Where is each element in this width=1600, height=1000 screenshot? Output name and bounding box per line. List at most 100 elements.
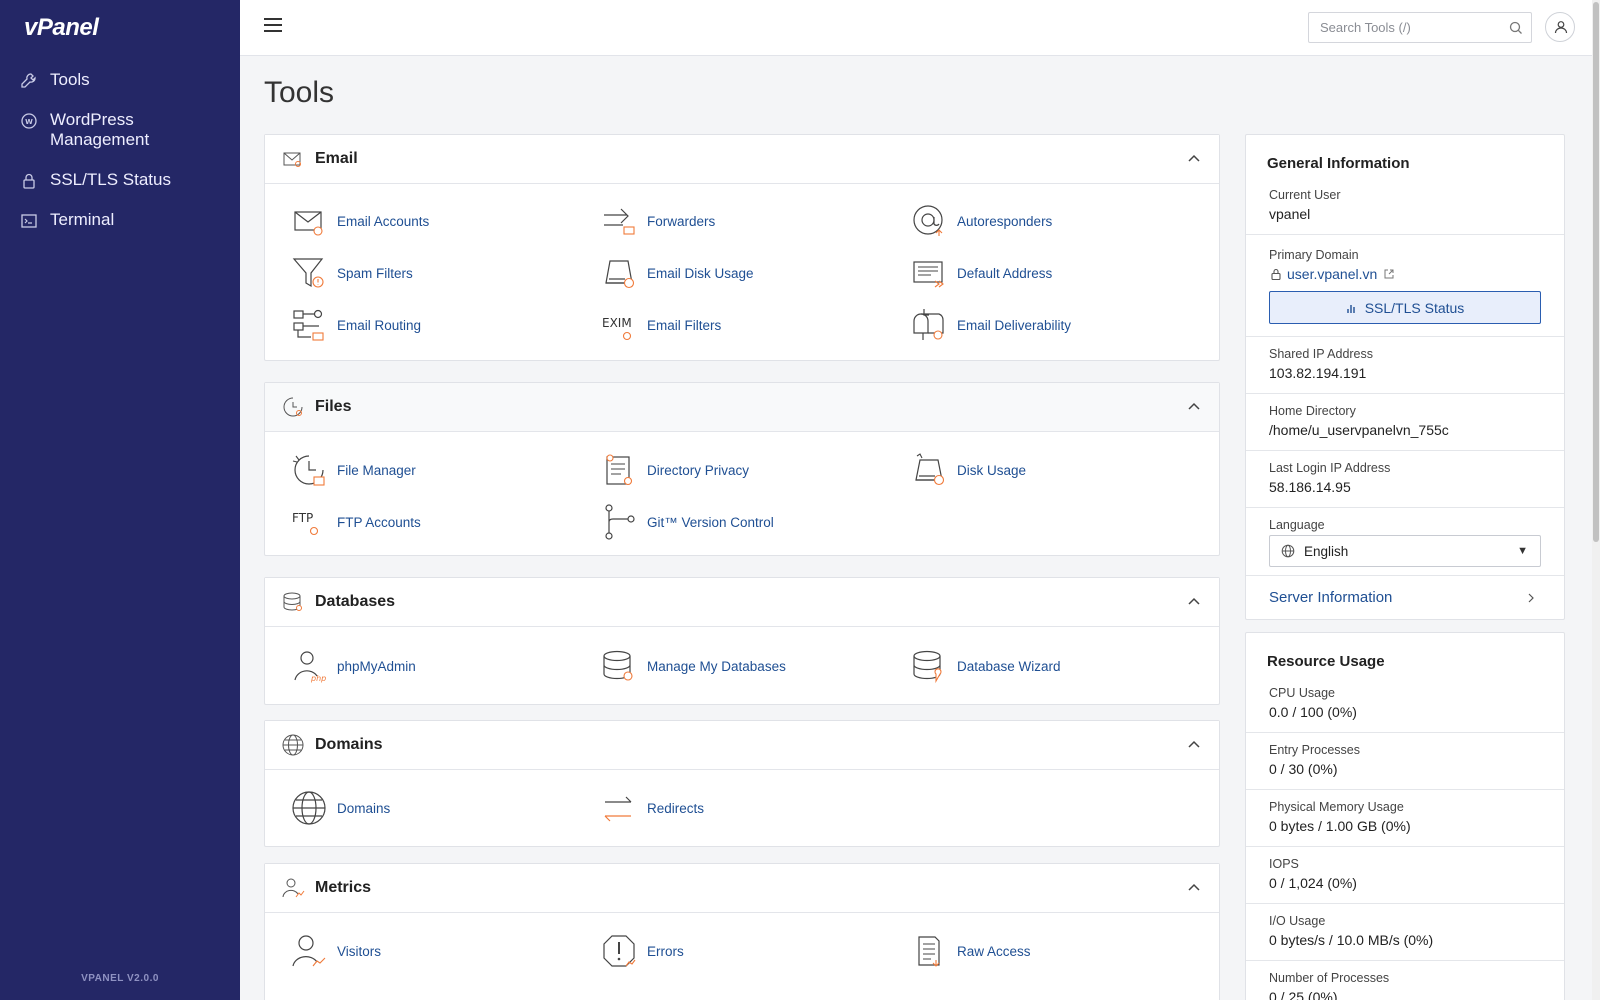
tool-label: Git™ Version Control: [647, 514, 774, 530]
files-section-header[interactable]: Files: [265, 383, 1219, 432]
exim-icon: EXIM: [602, 316, 632, 341]
tool-manage-my-databases[interactable]: Manage My Databases: [601, 640, 911, 692]
search-icon[interactable]: [1509, 21, 1523, 35]
tool-redirects[interactable]: Redirects: [601, 782, 911, 834]
sidebar-item-terminal[interactable]: Terminal: [0, 206, 240, 246]
resource-label: IOPS: [1269, 857, 1299, 871]
globe-icon: [282, 734, 304, 756]
domains-section-header[interactable]: Domains: [265, 721, 1219, 770]
chevron-up-icon[interactable]: [1187, 595, 1201, 609]
section-title: Databases: [315, 593, 396, 610]
chevron-up-icon[interactable]: [1187, 881, 1201, 895]
chevron-up-icon[interactable]: [1187, 400, 1201, 414]
last-login-value: 58.186.14.95: [1269, 479, 1351, 495]
tool-phpmyadmin[interactable]: php phpMyAdmin: [291, 640, 601, 692]
menu-toggle-icon[interactable]: [264, 18, 282, 36]
tool-disk-usage[interactable]: Disk Usage: [911, 444, 1221, 496]
tool-spam-filters[interactable]: Spam Filters: [291, 247, 601, 299]
chevron-up-icon[interactable]: [1187, 152, 1201, 166]
primary-domain-link[interactable]: user.vpanel.vn: [1269, 263, 1564, 285]
ssl-tls-status-button[interactable]: SSL/TLS Status: [1269, 291, 1541, 324]
current-user-label: Current User: [1269, 188, 1341, 202]
resource-value: 0 bytes / 1.00 GB (0%): [1269, 818, 1411, 834]
globe-icon: [1281, 544, 1295, 558]
sidebar: vPanel Tools W WordPress Management SSL/…: [0, 0, 240, 1000]
tool-directory-privacy[interactable]: Directory Privacy: [601, 444, 911, 496]
email-disk-usage-icon: [605, 260, 635, 289]
domains-tools: Domains Redirects: [265, 770, 1219, 846]
search-input[interactable]: [1309, 13, 1499, 42]
metrics-section: Metrics Visitors Errors Raw Access: [264, 863, 1220, 1000]
tool-errors[interactable]: Errors: [601, 925, 911, 977]
server-information-label: Server Information: [1269, 589, 1393, 606]
topbar: [240, 0, 1600, 56]
php-text: php: [310, 674, 326, 683]
home-directory-label: Home Directory: [1269, 404, 1356, 418]
resource-value: 0.0 / 100 (0%): [1269, 704, 1357, 720]
sidebar-item-wordpress-management[interactable]: W WordPress Management: [0, 106, 240, 166]
user-icon: [1554, 21, 1568, 34]
email-deliverability-icon: [913, 309, 944, 340]
tool-default-address[interactable]: Default Address: [911, 247, 1221, 299]
ssl-button-label: SSL/TLS Status: [1364, 299, 1465, 316]
sidebar-item-ssl-tls-status[interactable]: SSL/TLS Status: [0, 166, 240, 206]
tool-email-disk-usage[interactable]: Email Disk Usage: [601, 247, 911, 299]
email-tools: Email Accounts Forwarders Autoresponders…: [265, 184, 1219, 360]
tool-label: Email Filters: [647, 317, 722, 333]
tool-ftp-accounts[interactable]: FTP FTP Accounts: [291, 496, 601, 548]
primary-domain-row: Primary Domain user.vpanel.vn SSL/TLS St…: [1246, 235, 1564, 337]
tool-email-routing[interactable]: Email Routing: [291, 299, 601, 351]
tool-forwarders[interactable]: Forwarders: [601, 195, 911, 247]
vpanel-logo[interactable]: vPanel: [24, 14, 99, 42]
wrench-icon: [21, 73, 36, 88]
databases-section-header[interactable]: Databases: [265, 578, 1219, 627]
search-box: [1308, 12, 1532, 43]
tool-git-version-control[interactable]: Git™ Version Control: [601, 496, 911, 548]
scrollbar-thumb[interactable]: [1593, 2, 1599, 542]
external-link-icon: [1384, 269, 1394, 279]
page-title: Tools: [264, 76, 335, 109]
tool-label: phpMyAdmin: [337, 658, 416, 674]
chevron-up-icon[interactable]: [1187, 738, 1201, 752]
page-scrollbar[interactable]: [1592, 0, 1600, 1000]
lock-icon: [1271, 268, 1281, 281]
tool-raw-access[interactable]: Raw Access: [911, 925, 1221, 977]
tool-domains[interactable]: Domains: [291, 782, 601, 834]
email-section-header[interactable]: Email: [265, 135, 1219, 184]
tool-label: Autoresponders: [957, 213, 1053, 229]
server-information-link[interactable]: Server Information: [1246, 576, 1564, 619]
wordpress-icon: W: [21, 113, 37, 129]
shared-ip-label: Shared IP Address: [1269, 347, 1374, 361]
resource-usage-card: Resource Usage CPU Usage 0.0 / 100 (0%) …: [1245, 632, 1565, 1000]
current-user-value: vpanel: [1269, 206, 1311, 222]
language-value: English: [1304, 543, 1349, 559]
tool-label: Forwarders: [647, 213, 716, 229]
section-title: Email: [315, 150, 358, 167]
redirects-icon: [604, 796, 632, 822]
resource-value: 0 / 25 (0%): [1269, 989, 1338, 1000]
globe-icon: [292, 791, 326, 825]
language-select[interactable]: English ▼: [1269, 535, 1541, 567]
sidebar-item-tools[interactable]: Tools: [0, 66, 240, 106]
tool-email-deliverability[interactable]: Email Deliverability: [911, 299, 1221, 351]
email-routing-icon: [293, 309, 324, 341]
database-icon: [283, 592, 302, 611]
tool-label: Spam Filters: [337, 265, 413, 281]
general-information-card: General Information Current User vpanel …: [1245, 134, 1565, 620]
tool-label: FTP Accounts: [337, 514, 421, 530]
resource-row: Number of Processes 0 / 25 (0%): [1246, 961, 1564, 1000]
current-user-row: Current User vpanel: [1246, 181, 1564, 235]
user-menu-button[interactable]: [1545, 12, 1575, 42]
tool-file-manager[interactable]: File Manager: [291, 444, 601, 496]
tool-autoresponders[interactable]: Autoresponders: [911, 195, 1221, 247]
raw-access-icon: [918, 936, 940, 967]
section-title: Metrics: [315, 879, 372, 896]
primary-domain-label: Primary Domain: [1269, 248, 1359, 262]
tool-email-accounts[interactable]: Email Accounts: [291, 195, 601, 247]
tool-visitors[interactable]: Visitors: [291, 925, 601, 977]
tool-database-wizard[interactable]: Database Wizard: [911, 640, 1221, 692]
resource-row: IOPS 0 / 1,024 (0%): [1246, 847, 1564, 904]
metrics-section-header[interactable]: Metrics: [265, 864, 1219, 913]
envelope-icon: [283, 152, 301, 167]
tool-email-filters[interactable]: EXIM Email Filters: [601, 299, 911, 351]
